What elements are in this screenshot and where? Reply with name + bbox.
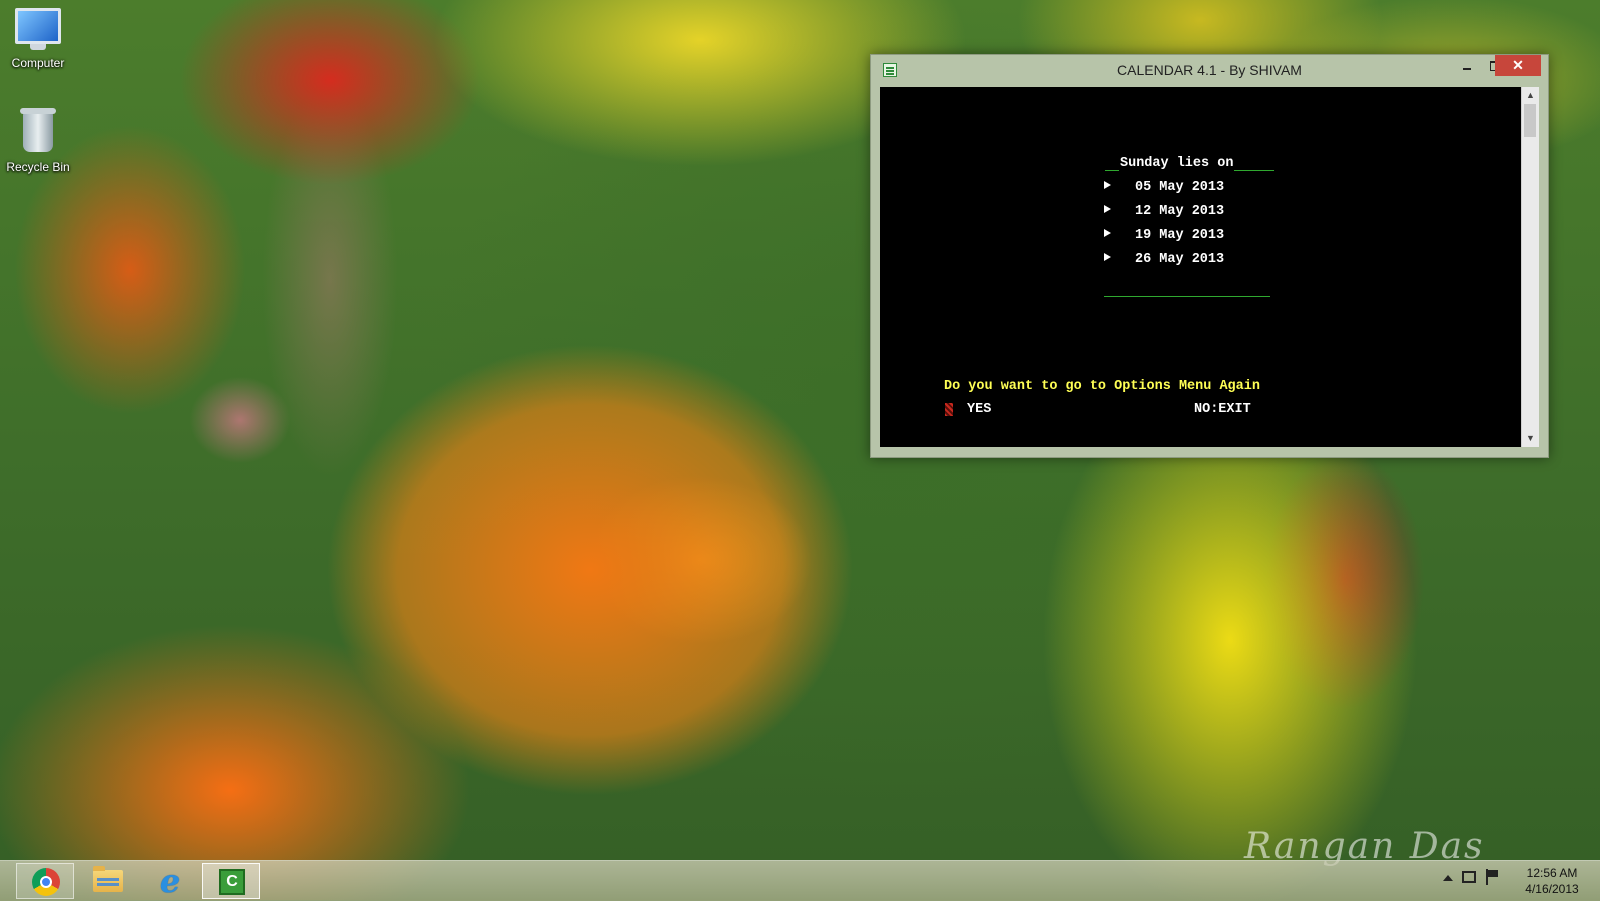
arrow-right-icon [1104, 229, 1111, 237]
option-yes[interactable]: YES [967, 402, 991, 417]
scroll-thumb[interactable] [1524, 104, 1536, 137]
date-row: 26 May 2013 [1104, 252, 1224, 267]
date-text: 19 May 2013 [1135, 228, 1225, 243]
calendar-console-window: CALENDAR 4.1 - By SHIVAM ✕ Sunday lies o… [870, 54, 1549, 458]
date-text: 05 May 2013 [1135, 180, 1225, 195]
taskbar: e C 12:56 AM 4/16/2013 [0, 860, 1600, 901]
scroll-up-arrow-icon[interactable]: ▲ [1522, 87, 1539, 104]
selection-cursor-marker [945, 403, 953, 416]
console-output[interactable]: Sunday lies on 05 May 2013 12 May 2013 1… [880, 87, 1521, 447]
file-explorer-icon [93, 866, 123, 892]
taskbar-internet-explorer[interactable]: e [140, 863, 198, 899]
computer-icon [15, 8, 61, 50]
desktop-icon-computer[interactable]: Computer [0, 8, 76, 70]
date-row: 05 May 2013 [1104, 180, 1224, 195]
result-bottom-rule [1104, 296, 1270, 297]
desktop-icon-label: Computer [11, 56, 65, 70]
date-text: 26 May 2013 [1135, 252, 1225, 267]
option-no-exit[interactable]: NO:EXIT [1194, 402, 1251, 417]
clock-date: 4/16/2013 [1525, 882, 1579, 896]
scroll-down-arrow-icon[interactable]: ▼ [1522, 430, 1539, 447]
heading-rule-left [1105, 170, 1119, 171]
action-center-flag-icon[interactable] [1486, 869, 1500, 885]
close-button[interactable]: ✕ [1495, 55, 1541, 76]
recycle-bin-icon [20, 108, 56, 152]
system-clock[interactable]: 12:56 AM 4/16/2013 [1512, 865, 1592, 897]
calendar-app-icon: C [219, 869, 245, 895]
vertical-scrollbar[interactable]: ▲ ▼ [1521, 87, 1539, 447]
result-heading: Sunday lies on [1104, 156, 1275, 171]
show-hidden-icons-chevron-icon[interactable] [1443, 875, 1453, 881]
heading-rule-right [1234, 170, 1275, 171]
date-row: 12 May 2013 [1104, 204, 1224, 219]
desktop-icon-label: Recycle Bin [6, 160, 70, 174]
taskbar-file-explorer[interactable] [78, 863, 136, 899]
desktop-icon-recycle-bin[interactable]: Recycle Bin [0, 108, 76, 174]
arrow-right-icon [1104, 181, 1111, 189]
date-row: 19 May 2013 [1104, 228, 1224, 243]
chrome-icon [32, 868, 60, 896]
menu-prompt: Do you want to go to Options Menu Again [944, 379, 1260, 394]
network-icon[interactable] [1462, 871, 1476, 883]
taskbar-chrome[interactable] [16, 863, 74, 899]
arrow-right-icon [1104, 205, 1111, 213]
internet-explorer-icon: e [159, 862, 181, 900]
taskbar-calendar-app[interactable]: C [202, 863, 260, 899]
minimize-button[interactable] [1453, 55, 1481, 76]
clock-time: 12:56 AM [1526, 866, 1578, 880]
window-title: CALENDAR 4.1 - By SHIVAM [1117, 62, 1302, 78]
heading-text: Sunday lies on [1120, 156, 1234, 171]
window-titlebar[interactable]: CALENDAR 4.1 - By SHIVAM ✕ [871, 55, 1548, 87]
date-text: 12 May 2013 [1135, 204, 1225, 219]
arrow-right-icon [1104, 253, 1111, 261]
